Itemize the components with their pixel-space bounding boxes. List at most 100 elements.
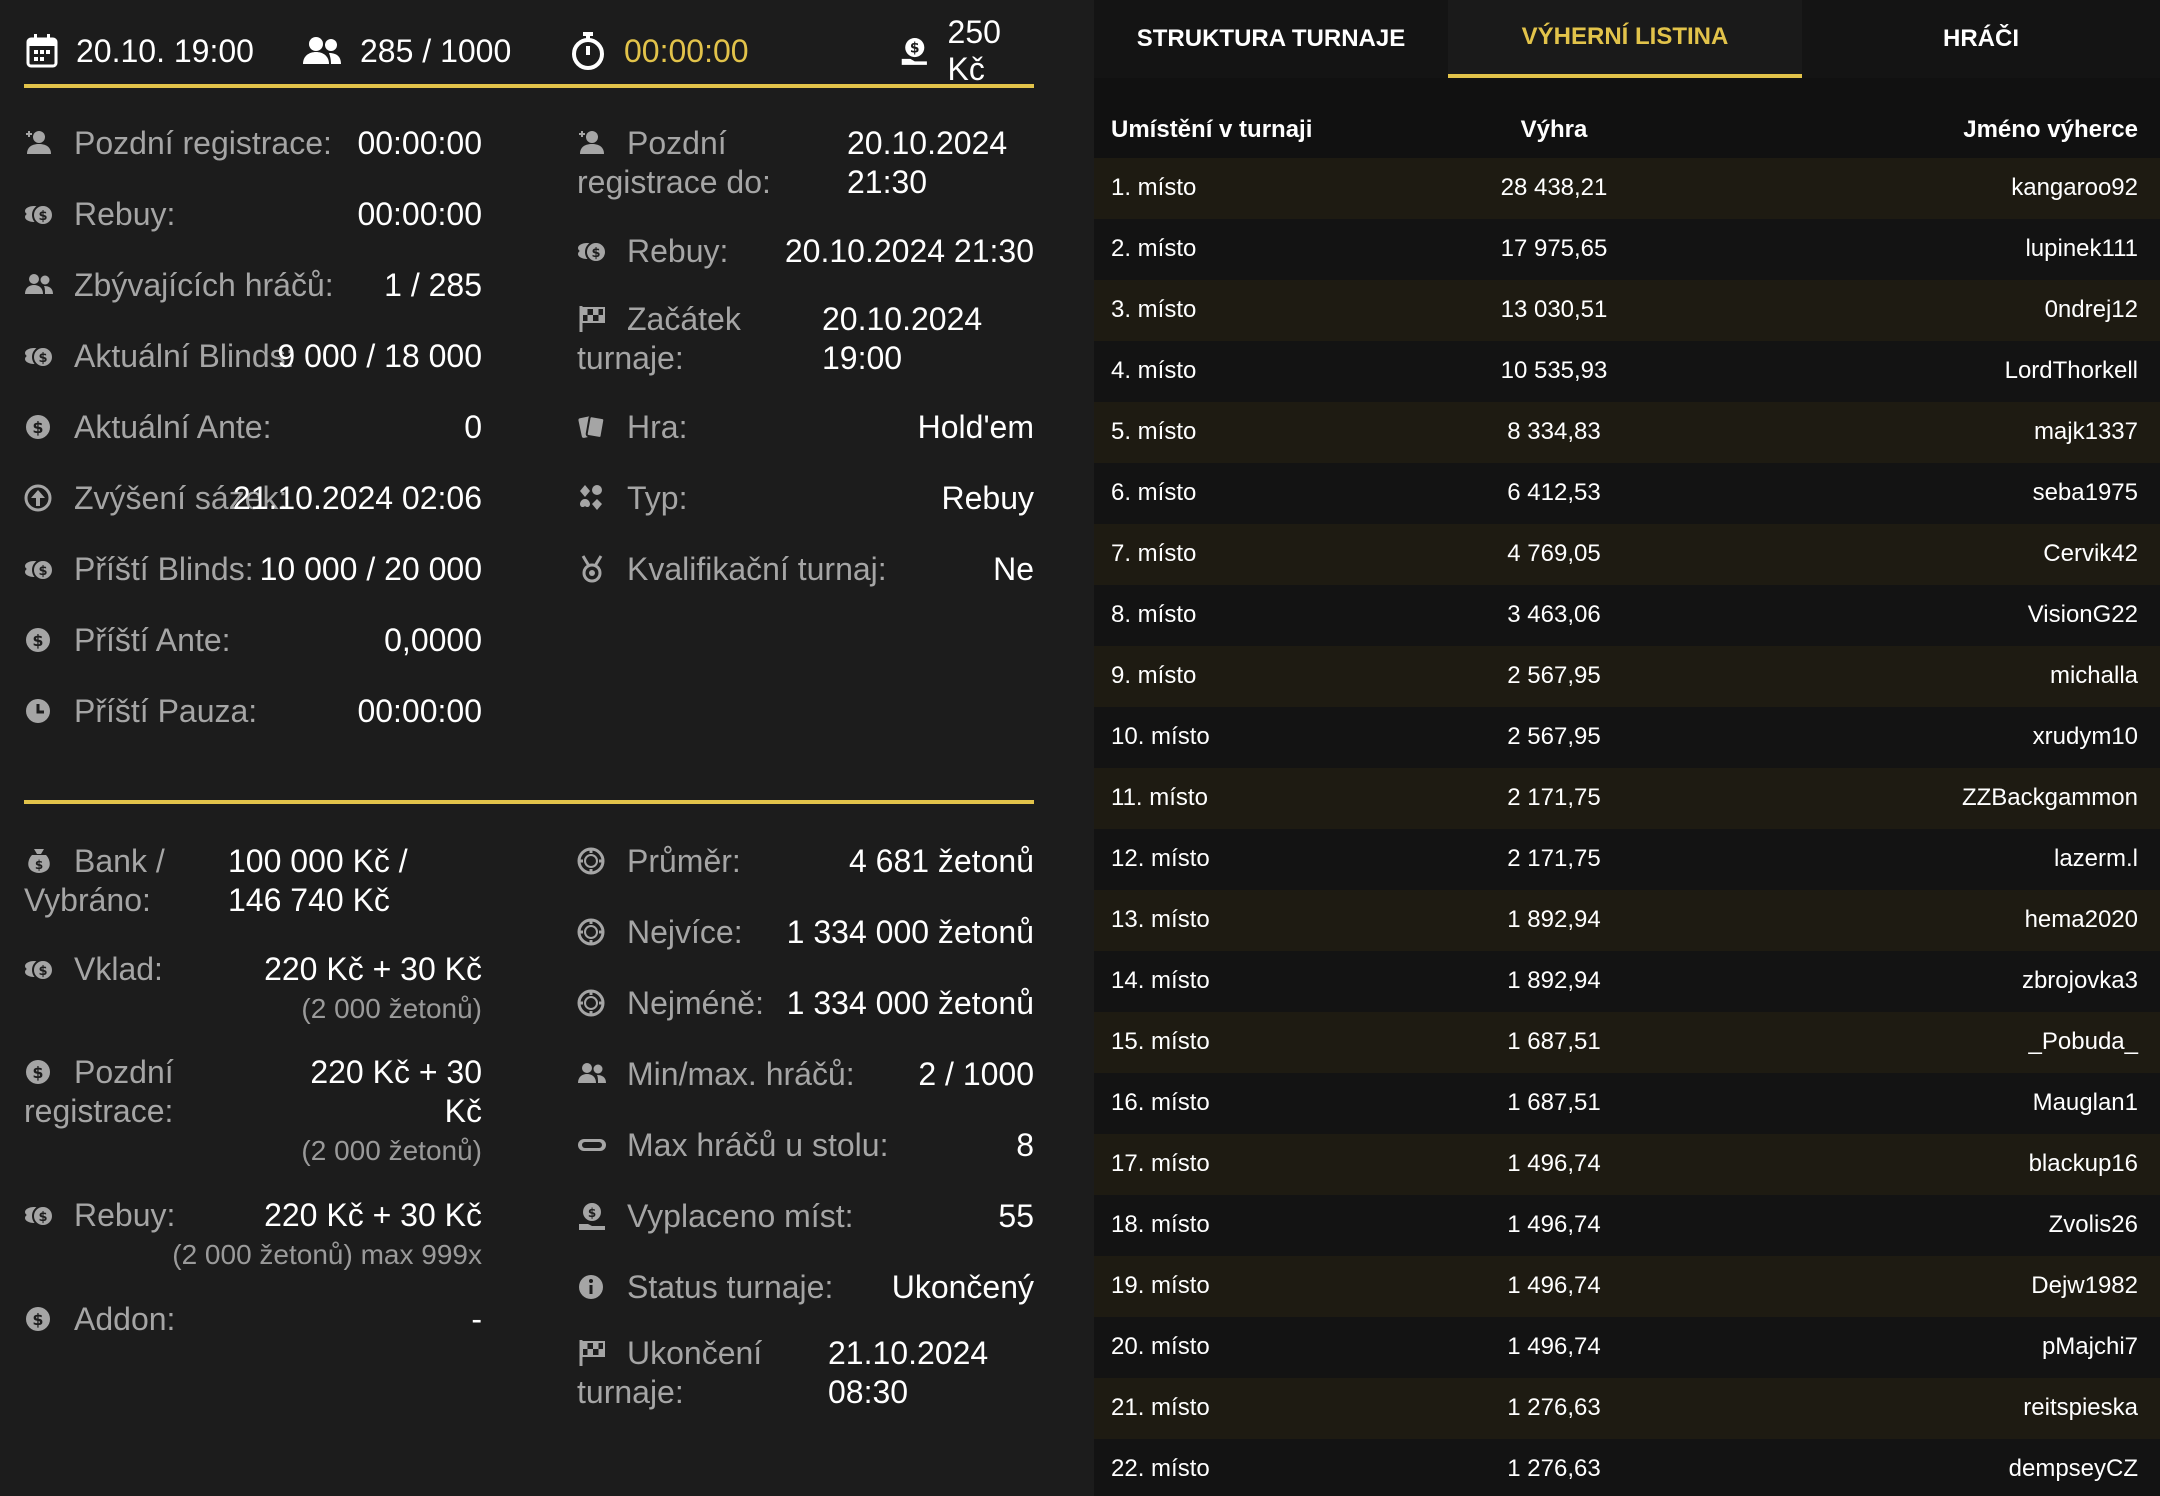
prize-cell: 1 892,94 <box>1507 967 1601 994</box>
placement-cell: 12. místo <box>1111 845 1210 872</box>
table-row: 9. místo 2 567,95 michalla <box>1094 646 2160 707</box>
date-value: 20.10. 19:00 <box>76 32 254 69</box>
prize-cell: 8 334,83 <box>1507 418 1601 445</box>
winner-name-cell: majk1337 <box>2033 418 2138 445</box>
dollar-coin-icon: $ <box>26 628 50 652</box>
winner-name-cell: hema2020 <box>2024 906 2138 933</box>
money-hand-icon: $ <box>579 1203 605 1230</box>
prize-cell: 1 276,63 <box>1507 1394 1601 1421</box>
prize-cell: 1 687,51 <box>1507 1089 1601 1116</box>
table-row: 7. místo 4 769,05 Cervik42 <box>1094 524 2160 585</box>
info-value: 8 <box>1016 1127 1034 1163</box>
users-icon <box>25 274 53 294</box>
chip-icon <box>577 989 605 1017</box>
info-value: 1 / 285 <box>384 267 482 303</box>
header-winner-name: Jméno výherce <box>1963 116 2138 143</box>
placement-cell: 15. místo <box>1111 1028 1210 1055</box>
prize-cell: 6 412,53 <box>1507 479 1601 506</box>
info-label: Příští Blinds: <box>74 551 254 587</box>
winner-name-cell: seba1975 <box>2032 479 2138 506</box>
prize-table-header: Umístění v turnaji Výhra Jméno výherce <box>1094 100 2160 158</box>
info-value: 20.10.2024 19:00 <box>822 301 983 376</box>
info-label: Začátek turnaje: <box>577 301 741 376</box>
tab-tournament-structure[interactable]: STRUKTURA TURNAJE <box>1094 0 1448 78</box>
info-value: 20.10.2024 21:30 <box>784 233 1034 269</box>
winner-name-cell: 0ndrej12 <box>2044 296 2138 323</box>
prize-cell: 1 496,74 <box>1507 1333 1601 1360</box>
coins-icon: $ <box>578 241 607 263</box>
coins-icon: $ <box>25 559 54 581</box>
section-divider <box>24 800 1034 804</box>
info-value: Hold'em <box>917 409 1034 445</box>
info-value: 55 <box>998 1198 1034 1234</box>
tab-prize-list[interactable]: VÝHERNÍ LISTINA <box>1448 0 1802 78</box>
table-row: 12. místo 2 171,75 lazerm.l <box>1094 829 2160 890</box>
info-value: 10 000 / 20 000 <box>259 551 482 587</box>
info-value: Ne <box>993 551 1034 587</box>
info-value: 4 681 žetonů <box>848 843 1034 879</box>
bank-value: 100 000 Kč /146 740 Kč <box>228 843 408 918</box>
table-row: 17. místo 1 496,74 blackup16 <box>1094 1134 2160 1195</box>
money-bag-icon: $ <box>28 849 50 873</box>
info-label: Příští Ante: <box>74 622 231 658</box>
placement-cell: 13. místo <box>1111 906 1210 933</box>
stopwatch-icon <box>572 32 604 70</box>
checkered-flag-icon <box>579 306 605 332</box>
table-row: 1. místo 28 438,21 kangaroo92 <box>1094 158 2160 219</box>
tab-players[interactable]: HRÁČI <box>1802 0 2160 78</box>
table-row: 4. místo 10 535,93 LordThorkell <box>1094 341 2160 402</box>
dollar-coin-icon: $ <box>26 1060 50 1084</box>
info-value: - <box>471 1301 482 1337</box>
placement-cell: 6. místo <box>1111 479 1197 506</box>
users-icon <box>303 37 341 64</box>
info-value: 0,0000 <box>384 622 482 658</box>
timer-info: 00:00:00 <box>570 18 749 84</box>
table-row: 14. místo 1 892,94 zbrojovka3 <box>1094 951 2160 1012</box>
winner-name-cell: reitspieska <box>2023 1394 2138 1421</box>
winner-name-cell: dempseyCZ <box>2008 1455 2138 1482</box>
timer-value: 00:00:00 <box>624 32 749 69</box>
winner-name-cell: Cervik42 <box>2043 540 2138 567</box>
winner-name-cell: kangaroo92 <box>2011 174 2138 201</box>
winner-name-cell: _Pobuda_ <box>2028 1028 2138 1055</box>
prize-cell: 17 975,65 <box>1500 235 1608 262</box>
prize-cell: 4 769,05 <box>1507 540 1601 567</box>
placement-cell: 2. místo <box>1111 235 1197 262</box>
players-value: 285 / 1000 <box>360 32 512 69</box>
placement-cell: 1. místo <box>1111 174 1197 201</box>
info-row-late-registration-until: Pozdní registrace do: 20.10.2024 21:30 <box>577 124 1034 204</box>
info-value: 21.10.2024 02:06 <box>232 480 482 516</box>
info-label: Zbývajících hráčů: <box>74 267 334 303</box>
info-row-late-registration-price: $ Pozdní registrace: 220 Kč + 30 Kč (2 000 … <box>24 1053 482 1173</box>
svg-text:$: $ <box>38 209 47 224</box>
tournament-info-panel: 20.10. 19:00 285 / 1000 00:00:00 $ 250 K… <box>0 0 1060 1496</box>
tournament-money-section: $ Bank / Vybráno: 100 000 Kč /146 740 Kč … <box>24 840 1034 1480</box>
winner-name-cell: lupinek111 <box>2025 235 2138 262</box>
table-icon <box>578 1139 606 1151</box>
buyin-info: $ 250 Kč <box>900 14 1034 87</box>
info-value: 1 334 000 žetonů <box>786 985 1034 1021</box>
table-row: 21. místo 1 276,63 reitspieska <box>1094 1378 2160 1439</box>
info-label: Kvalifikační turnaj: <box>627 551 887 587</box>
card-suits-icon <box>580 485 602 510</box>
placement-cell: 21. místo <box>1111 1394 1210 1421</box>
calendar-icon <box>26 34 58 68</box>
info-label: Max hráčů u stolu: <box>627 1127 889 1163</box>
table-row: 2. místo 17 975,65 lupinek111 <box>1094 219 2160 280</box>
placement-cell: 8. místo <box>1111 601 1197 628</box>
prize-cell: 2 171,75 <box>1507 784 1601 811</box>
svg-text:$: $ <box>38 1210 47 1225</box>
cards-icon <box>578 415 606 439</box>
end-value: 21.10.2024 08:30 <box>828 1335 989 1410</box>
table-row: 6. místo 6 412,53 seba1975 <box>1094 463 2160 524</box>
placement-cell: 18. místo <box>1111 1211 1210 1238</box>
prize-cell: 3 463,06 <box>1507 601 1601 628</box>
svg-text:$: $ <box>38 964 47 979</box>
table-row: 20. místo 1 496,74 pMajchi7 <box>1094 1317 2160 1378</box>
coins-icon: $ <box>25 346 54 368</box>
header-placement: Umístění v turnaji <box>1111 116 1313 143</box>
svg-text:$: $ <box>588 1206 596 1220</box>
info-label: Vyplaceno míst: <box>627 1198 854 1234</box>
info-row-tournament-end: Ukončení turnaje: 21.10.2024 08:30 <box>577 1334 1034 1414</box>
coins-icon: $ <box>25 1205 54 1227</box>
